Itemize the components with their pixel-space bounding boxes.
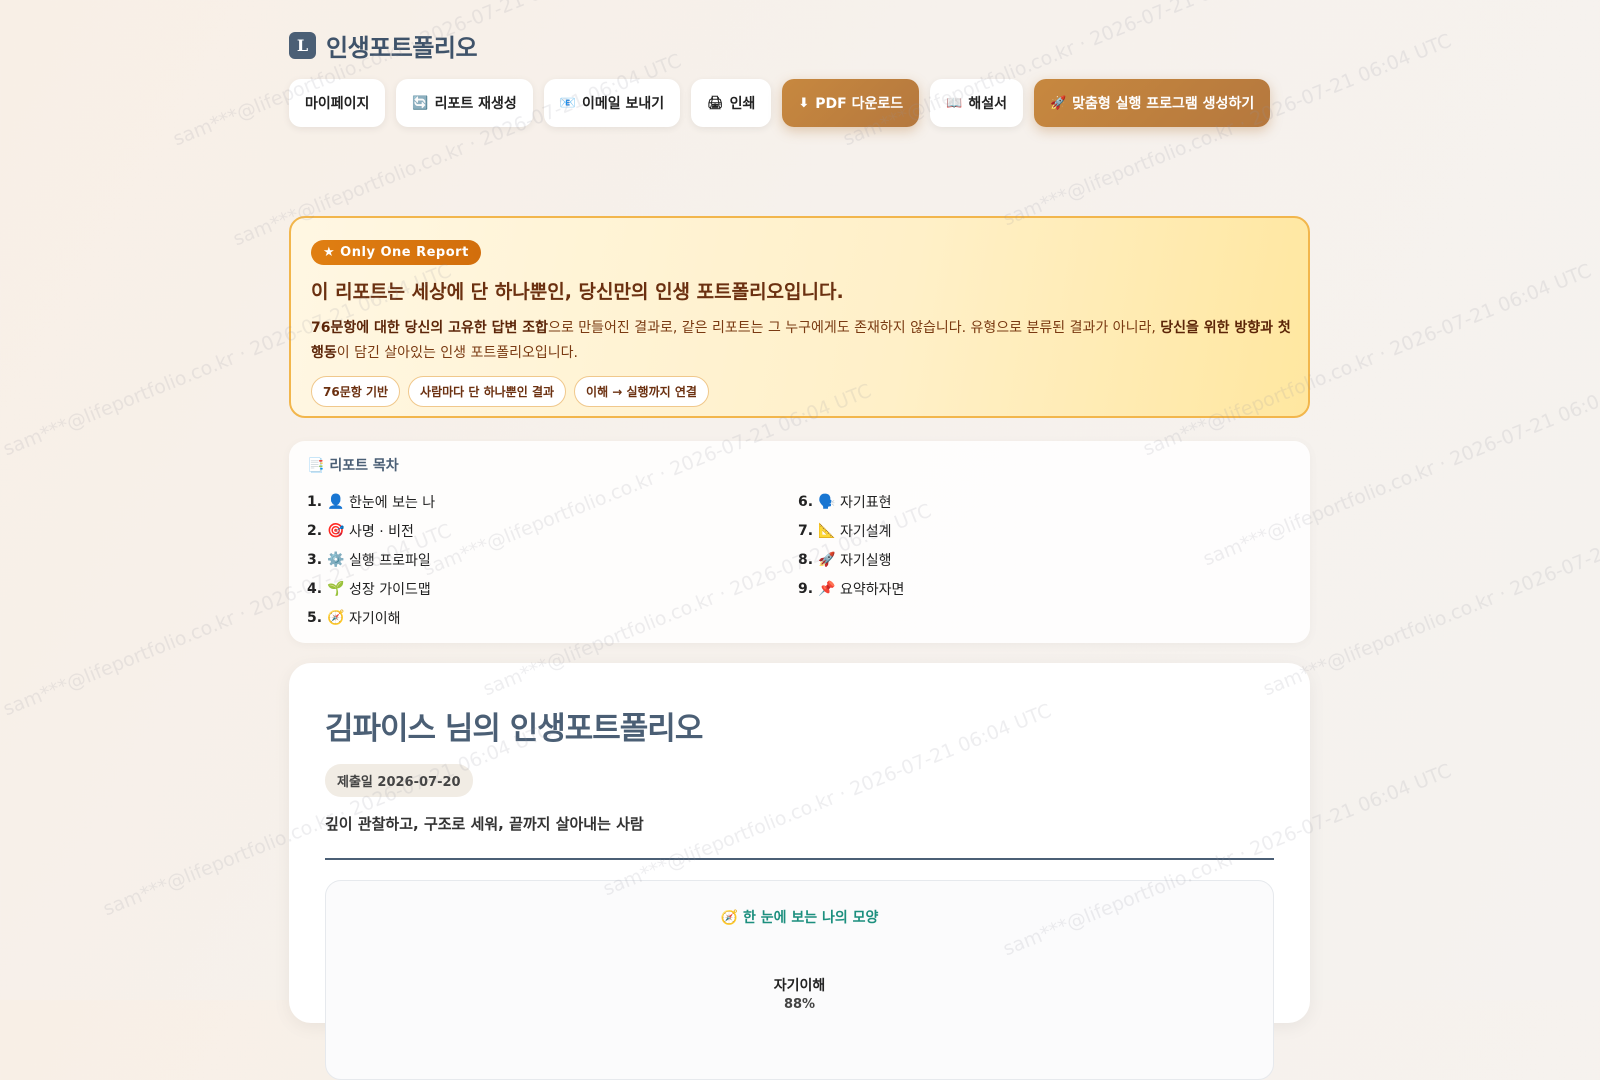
toc-number: 9. (798, 580, 814, 597)
axis-label-self-understanding: 자기이해 (773, 978, 826, 994)
compass-icon: 🧭 (720, 910, 739, 926)
toc-number: 1. (307, 493, 323, 510)
only-one-report-banner: ★ Only One Report 이 리포트는 세상에 단 하나뿐인, 당신만… (289, 216, 1310, 418)
print-label: 인쇄 (729, 96, 756, 112)
banner-description: 76문항에 대한 당신의 고유한 답변 조합으로 만들어진 결과로, 같은 리포… (311, 316, 1291, 366)
toc-number: 2. (307, 522, 323, 539)
report-subtitle: 깊이 관찰하고, 구조로 세워, 끝까지 살아내는 사람 (325, 815, 644, 833)
desc-part: 76문항에 대한 (311, 320, 405, 336)
only-one-badge: ★ Only One Report (311, 240, 481, 265)
regenerate-label: 리포트 재생성 (434, 96, 517, 112)
toc-item-self-design[interactable]: 7. 📐 자기설계 (798, 516, 1289, 545)
app-logo[interactable]: L 인생포트폴리오 (289, 28, 478, 63)
toc-item-self-understanding[interactable]: 5. 🧭 자기이해 (307, 603, 798, 632)
email-label: 이메일 보내기 (581, 96, 665, 112)
desc-bold: 당신의 고유한 답변 조합 (404, 320, 549, 336)
printer-icon: 🖨 (707, 95, 724, 111)
toc-number: 8. (798, 551, 814, 568)
toc-item-mission[interactable]: 2. 🎯 사명 · 비전 (307, 516, 798, 545)
toc-item-overview[interactable]: 1. 👤 한눈에 보는 나 (307, 487, 798, 516)
toolbar: 마이페이지 🔄 리포트 재생성 📧 이메일 보내기 🖨 인쇄 ⬇ PDF 다운로… (289, 79, 1271, 127)
download-icon: ⬇ (798, 95, 810, 111)
toc-heading: 📑 리포트 목차 (307, 455, 1292, 475)
seedling-icon: 🌱 (327, 580, 345, 597)
table-of-contents: 📑 리포트 목차 1. 👤 한눈에 보는 나 2. 🎯 사명 · 비전 3. ⚙️ 실행 프… (289, 441, 1310, 643)
toc-item-execution-profile[interactable]: 3. ⚙️ 실행 프로파일 (307, 545, 798, 574)
watermark: sam***@lifeportfolio.co.kr · 2026-07-21 … (840, 0, 1295, 151)
toc-label: 자기설계 (840, 523, 892, 540)
banner-title: 이 리포트는 세상에 단 하나뿐인, 당신만의 인생 포트폴리오입니다. (311, 281, 844, 303)
toc-label: 자기실행 (840, 552, 892, 569)
toc-item-self-execution[interactable]: 8. 🚀 자기실행 (798, 545, 1289, 574)
desc-part: 으로 만들어진 결과로, 같은 리포트는 그 누구에게도 존재하지 않습니다. … (548, 320, 1161, 336)
gear-icon: ⚙️ (327, 551, 345, 568)
logo-badge: L (289, 32, 316, 59)
mypage-button[interactable]: 마이페이지 (289, 79, 386, 127)
guide-button[interactable]: 📖 해설서 (930, 79, 1023, 127)
bookmark-tabs-icon: 📑 (307, 458, 325, 474)
send-email-button[interactable]: 📧 이메일 보내기 (543, 79, 681, 127)
toc-number: 6. (798, 493, 814, 510)
rocket-icon: 🚀 (1049, 95, 1067, 111)
book-icon: 📖 (946, 95, 963, 111)
banner-tag: 사람마다 단 하나뿐인 결과 (408, 376, 567, 407)
toc-left-column: 1. 👤 한눈에 보는 나 2. 🎯 사명 · 비전 3. ⚙️ 실행 프로파일 4. 🌱 성장… (307, 487, 798, 632)
person-icon: 👤 (327, 493, 345, 510)
watermark: sam***@lifeportfolio.co.kr · 2026-07-21 … (1260, 500, 1600, 701)
toc-item-summary[interactable]: 9. 📌 요약하자면 (798, 574, 1289, 603)
desc-part: 이 담긴 살아있는 인생 포트폴리오입니다. (336, 345, 578, 361)
speaking-head-icon: 🗣️ (818, 493, 836, 510)
mypage-label: 마이페이지 (305, 96, 370, 112)
toc-label: 자기이해 (349, 610, 401, 627)
toc-number: 7. (798, 522, 814, 539)
banner-tag: 76문항 기반 (311, 376, 401, 407)
toc-label: 요약하자면 (840, 581, 905, 598)
target-icon: 🎯 (327, 522, 345, 539)
regenerate-report-button[interactable]: 🔄 리포트 재생성 (396, 79, 533, 127)
toc-item-growth-guide[interactable]: 4. 🌱 성장 가이드맵 (307, 574, 798, 603)
toc-title: 리포트 목차 (329, 458, 399, 474)
shape-overview-title: 🧭 한 눈에 보는 나의 모양 (326, 907, 1273, 927)
toc-number: 3. (307, 551, 323, 568)
shape-title-text: 한 눈에 보는 나의 모양 (742, 910, 879, 926)
triangle-ruler-icon: 📐 (818, 522, 836, 539)
app-title: 인생포트폴리오 (326, 34, 478, 62)
pdf-label: PDF 다운로드 (815, 96, 904, 112)
guide-label: 해설서 (968, 96, 1007, 112)
pushpin-icon: 📌 (818, 580, 836, 597)
submission-date-badge: 제출일 2026-07-20 (325, 764, 473, 797)
compass-icon: 🧭 (327, 609, 345, 626)
refresh-icon: 🔄 (412, 95, 429, 111)
toc-right-column: 6. 🗣️ 자기표현 7. 📐 자기설계 8. 🚀 자기실행 9. 📌 요약하자면 (798, 487, 1289, 632)
shape-overview-panel: 🧭 한 눈에 보는 나의 모양 자기이해 88% (325, 880, 1274, 1080)
email-icon: 📧 (559, 95, 576, 111)
report-title: 김파이스 님의 인생포트폴리오 (325, 711, 703, 747)
toc-number: 4. (307, 580, 323, 597)
banner-tag: 이해 → 실행까지 연결 (574, 376, 709, 407)
program-label: 맞춤형 실행 프로그램 생성하기 (1072, 96, 1255, 112)
print-button[interactable]: 🖨 인쇄 (691, 79, 772, 127)
toc-label: 사명 · 비전 (349, 523, 414, 540)
pdf-download-button[interactable]: ⬇ PDF 다운로드 (782, 79, 920, 127)
toc-item-self-expression[interactable]: 6. 🗣️ 자기표현 (798, 487, 1289, 516)
watermark: sam***@lifeportfolio.co.kr · 2026-07-21 … (1000, 29, 1455, 231)
toc-label: 실행 프로파일 (349, 552, 431, 569)
divider (325, 858, 1274, 860)
toc-label: 성장 가이드맵 (349, 581, 431, 598)
banner-tags: 76문항 기반 사람마다 단 하나뿐인 결과 이해 → 실행까지 연결 (311, 376, 1288, 407)
toc-label: 한눈에 보는 나 (349, 494, 436, 511)
toc-label: 자기표현 (840, 494, 892, 511)
watermark: sam***@lifeportfolio.co.kr · 2026-07-21 … (170, 0, 625, 151)
report-card: 김파이스 님의 인생포트폴리오 제출일 2026-07-20 깊이 관찰하고, … (289, 663, 1310, 1080)
axis-value-self-understanding: 88% (783, 997, 816, 1012)
generate-program-button[interactable]: 🚀 맞춤형 실행 프로그램 생성하기 (1033, 79, 1271, 127)
toc-number: 5. (307, 609, 323, 626)
rocket-icon: 🚀 (818, 551, 836, 568)
